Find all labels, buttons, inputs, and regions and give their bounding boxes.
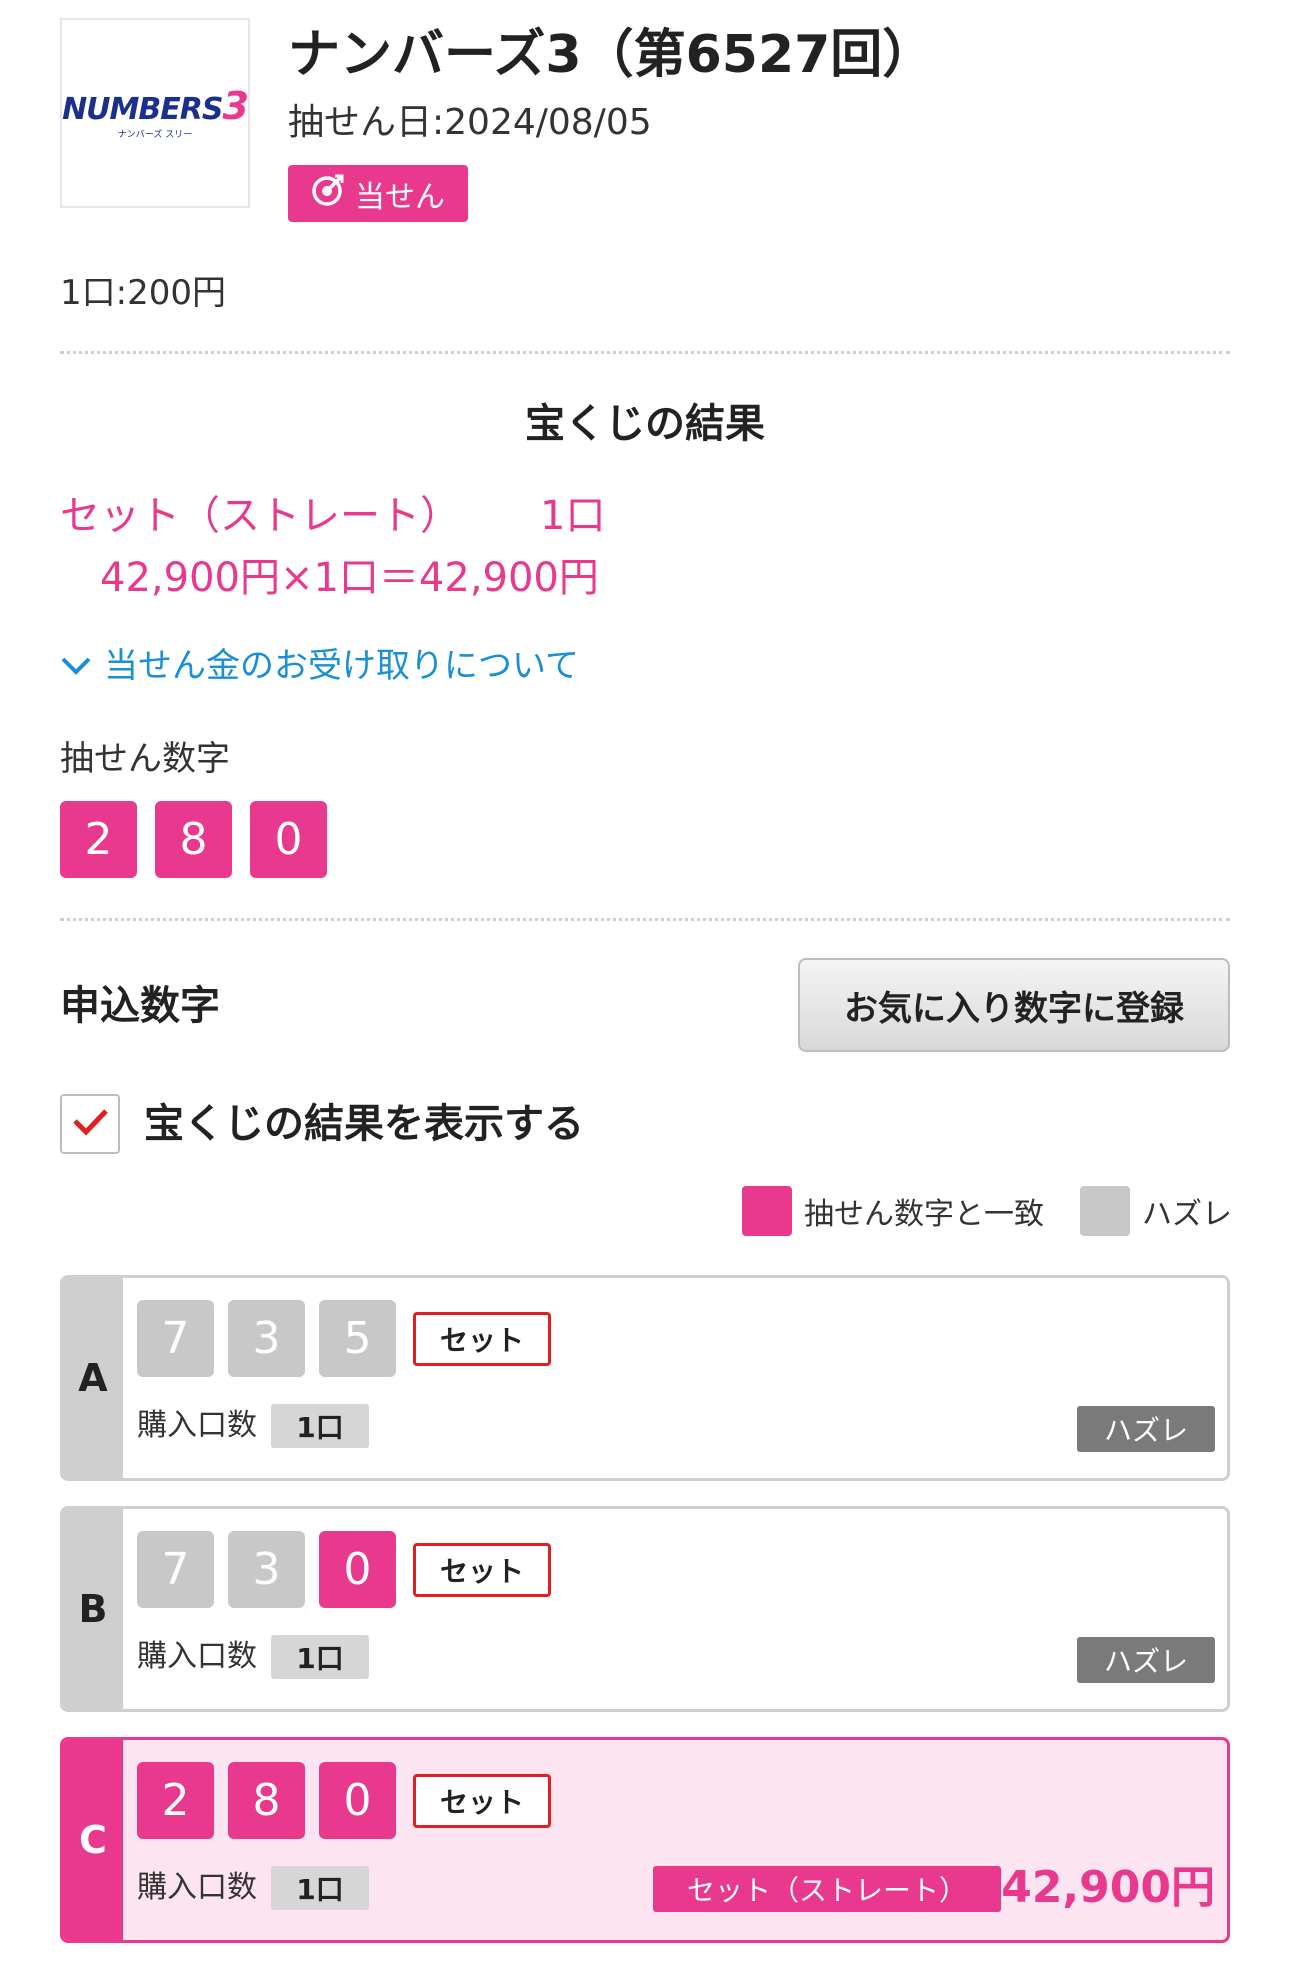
qty-label: 購入口数	[137, 1870, 257, 1905]
draw-date: 抽せん日:2024/08/05	[288, 102, 652, 143]
logo-digit: 3	[222, 83, 248, 128]
receive-prize-link-label: 当せん金のお受け取りについて	[104, 646, 579, 686]
target-icon	[311, 173, 345, 215]
entry-type-tag: セット	[413, 1774, 551, 1828]
receive-prize-link[interactable]: 当せん金のお受け取りについて	[60, 640, 579, 692]
entry-card-c: C 2 8 0 セット 購入口数 1口 セット（ストレート） 42,900円	[60, 1737, 1230, 1943]
entry-letter: C	[63, 1740, 123, 1940]
status-badge-label: 当せん	[355, 179, 445, 215]
qty-value: 1口	[271, 1635, 369, 1679]
entry-digits: 2 8 0	[137, 1762, 396, 1839]
qty-label: 購入口数	[137, 1639, 257, 1674]
win-type-badge: セット（ストレート）	[653, 1866, 1001, 1912]
results-title: 宝くじの結果	[525, 401, 765, 447]
prize-count: 1口	[540, 493, 606, 539]
entry-letter: A	[63, 1278, 123, 1478]
legend-match-label: 抽せん数字と一致	[804, 1197, 1044, 1232]
entry-digit: 0	[319, 1531, 396, 1608]
entry-digits: 7 3 5	[137, 1300, 396, 1377]
entry-digit: 7	[137, 1531, 214, 1608]
divider	[60, 918, 1230, 921]
entry-type-tag: セット	[413, 1543, 551, 1597]
prize-type: セット（ストレート）	[60, 493, 460, 539]
entry-digit: 8	[228, 1762, 305, 1839]
entry-card-b: B 7 3 0 セット 購入口数 1口 ハズレ	[60, 1506, 1230, 1712]
legend-miss-label: ハズレ	[1142, 1197, 1232, 1232]
winning-digit: 0	[250, 801, 327, 878]
winning-numbers: 2 8 0	[60, 801, 327, 878]
match-swatch	[742, 1186, 792, 1236]
entry-digit: 0	[319, 1762, 396, 1839]
entry-digit: 5	[319, 1300, 396, 1377]
winning-digit: 2	[60, 801, 137, 878]
entry-digit: 7	[137, 1300, 214, 1377]
show-results-label[interactable]: 宝くじの結果を表示する	[144, 1094, 584, 1154]
entry-digits: 7 3 0	[137, 1531, 396, 1608]
entry-card-a: A 7 3 5 セット 購入口数 1口 ハズレ	[60, 1275, 1230, 1481]
chevron-down-icon	[60, 640, 92, 692]
add-favorite-button[interactable]: お気に入り数字に登録	[798, 958, 1230, 1052]
qty-label: 購入口数	[137, 1408, 257, 1443]
entry-digit: 3	[228, 1531, 305, 1608]
prize-calculation: 42,900円×1口＝42,900円	[100, 555, 599, 601]
winning-digit: 8	[155, 801, 232, 878]
winning-numbers-label: 抽せん数字	[60, 739, 230, 779]
entry-type-tag: セット	[413, 1312, 551, 1366]
numbers3-logo: NUMBERS3 ナンバーズ スリー	[60, 18, 250, 208]
show-results-checkbox[interactable]	[60, 1094, 120, 1154]
win-status-badge: 当せん	[288, 165, 468, 222]
legend-match: 抽せん数字と一致	[742, 1186, 1044, 1236]
qty-value: 1口	[271, 1866, 369, 1910]
entry-digit: 3	[228, 1300, 305, 1377]
entry-digit: 2	[137, 1762, 214, 1839]
logo-brand: NUMBERS	[62, 91, 223, 127]
entry-letter: B	[63, 1509, 123, 1709]
miss-swatch	[1080, 1186, 1130, 1236]
legend-miss: ハズレ	[1080, 1186, 1232, 1236]
entries-title: 申込数字	[60, 983, 220, 1029]
page-title: ナンバーズ3（第6527回）	[288, 25, 935, 85]
checkmark-icon	[70, 1106, 110, 1142]
win-amount: 42,900円	[1001, 1862, 1215, 1913]
unit-price: 1口:200円	[60, 273, 226, 313]
miss-badge: ハズレ	[1077, 1406, 1215, 1452]
qty-value: 1口	[271, 1404, 369, 1448]
logo-kana: ナンバーズ スリー	[117, 129, 193, 140]
miss-badge: ハズレ	[1077, 1637, 1215, 1683]
prize-type-line: セット（ストレート） 1口	[60, 488, 605, 544]
divider	[60, 351, 1230, 354]
